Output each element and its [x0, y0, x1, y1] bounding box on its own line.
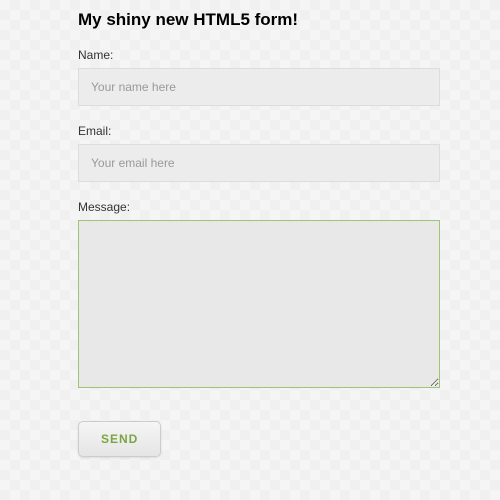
message-label: Message: [78, 200, 440, 214]
email-input[interactable] [78, 144, 440, 182]
name-input[interactable] [78, 68, 440, 106]
send-button[interactable]: SEND [78, 421, 161, 457]
message-field-group: Message: [78, 200, 440, 393]
name-label: Name: [78, 48, 440, 62]
email-field-group: Email: [78, 124, 440, 182]
message-textarea[interactable] [78, 220, 440, 388]
email-label: Email: [78, 124, 440, 138]
form-title: My shiny new HTML5 form! [78, 10, 440, 30]
form-container: My shiny new HTML5 form! Name: Email: Me… [0, 10, 500, 457]
name-field-group: Name: [78, 48, 440, 106]
